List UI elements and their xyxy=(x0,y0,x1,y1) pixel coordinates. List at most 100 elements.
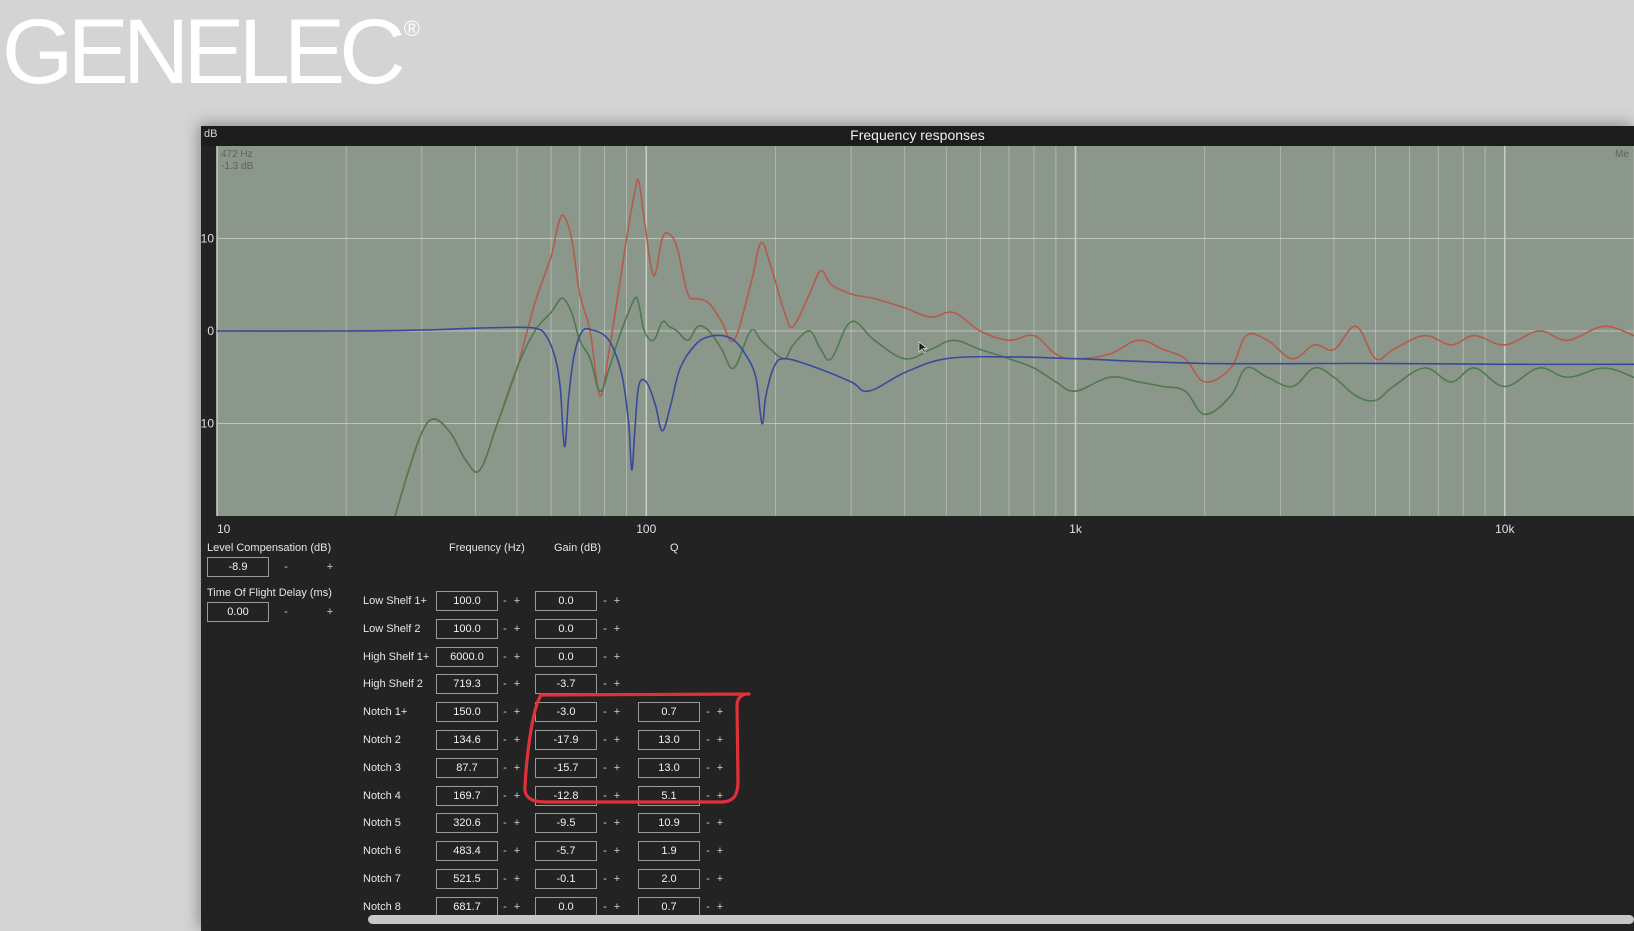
frequency-increment-button[interactable]: + xyxy=(512,730,522,750)
gain-decrement-button[interactable]: - xyxy=(600,647,610,667)
frequency-decrement-button[interactable]: - xyxy=(500,591,510,611)
q-input[interactable]: 2.0 xyxy=(638,869,700,889)
gain-decrement-button[interactable]: - xyxy=(600,813,610,833)
frequency-decrement-button[interactable]: - xyxy=(500,619,510,639)
frequency-increment-button[interactable]: + xyxy=(512,674,522,694)
gain-input[interactable]: -17.9 xyxy=(535,730,597,750)
q-increment-button[interactable]: + xyxy=(715,730,725,750)
frequency-increment-button[interactable]: + xyxy=(512,897,522,917)
frequency-increment-button[interactable]: + xyxy=(512,619,522,639)
gain-decrement-button[interactable]: - xyxy=(600,730,610,750)
frequency-increment-button[interactable]: + xyxy=(512,758,522,778)
frequency-decrement-button[interactable]: - xyxy=(500,841,510,861)
frequency-input[interactable]: 134.6 xyxy=(436,730,498,750)
frequency-decrement-button[interactable]: - xyxy=(500,702,510,722)
frequency-increment-button[interactable]: + xyxy=(512,869,522,889)
frequency-input[interactable]: 100.0 xyxy=(436,591,498,611)
q-input[interactable]: 13.0 xyxy=(638,758,700,778)
frequency-decrement-button[interactable]: - xyxy=(500,869,510,889)
frequency-increment-button[interactable]: + xyxy=(512,786,522,806)
gain-increment-button[interactable]: + xyxy=(612,591,622,611)
gain-decrement-button[interactable]: - xyxy=(600,841,610,861)
q-increment-button[interactable]: + xyxy=(715,869,725,889)
q-input[interactable]: 0.7 xyxy=(638,702,700,722)
q-input[interactable]: 1.9 xyxy=(638,841,700,861)
gain-input[interactable]: 0.0 xyxy=(535,647,597,667)
gain-increment-button[interactable]: + xyxy=(612,869,622,889)
q-increment-button[interactable]: + xyxy=(715,758,725,778)
level-compensation-input[interactable]: -8.9 xyxy=(207,557,269,577)
horizontal-scrollbar[interactable] xyxy=(368,915,1634,924)
frequency-input[interactable]: 719.3 xyxy=(436,674,498,694)
gain-increment-button[interactable]: + xyxy=(612,702,622,722)
gain-input[interactable]: -3.7 xyxy=(535,674,597,694)
q-decrement-button[interactable]: - xyxy=(703,786,713,806)
time-of-flight-input[interactable]: 0.00 xyxy=(207,602,269,622)
q-input[interactable]: 0.7 xyxy=(638,897,700,917)
gain-increment-button[interactable]: + xyxy=(612,758,622,778)
frequency-decrement-button[interactable]: - xyxy=(500,758,510,778)
frequency-decrement-button[interactable]: - xyxy=(500,813,510,833)
frequency-response-plot[interactable]: 100-10 101001k10k 472 Hz -1.3 dB Me xyxy=(201,146,1634,541)
frequency-decrement-button[interactable]: - xyxy=(500,674,510,694)
level-compensation-increment-button[interactable]: + xyxy=(325,557,335,577)
gain-increment-button[interactable]: + xyxy=(612,730,622,750)
frequency-decrement-button[interactable]: - xyxy=(500,897,510,917)
frequency-input[interactable]: 320.6 xyxy=(436,813,498,833)
q-decrement-button[interactable]: - xyxy=(703,897,713,917)
time-of-flight-decrement-button[interactable]: - xyxy=(281,602,291,622)
gain-increment-button[interactable]: + xyxy=(612,786,622,806)
q-input[interactable]: 10.9 xyxy=(638,813,700,833)
q-increment-button[interactable]: + xyxy=(715,702,725,722)
gain-input[interactable]: -15.7 xyxy=(535,758,597,778)
time-of-flight-increment-button[interactable]: + xyxy=(325,602,335,622)
q-input[interactable]: 13.0 xyxy=(638,730,700,750)
gain-increment-button[interactable]: + xyxy=(612,841,622,861)
frequency-input[interactable]: 87.7 xyxy=(436,758,498,778)
frequency-input[interactable]: 521.5 xyxy=(436,869,498,889)
gain-input[interactable]: 0.0 xyxy=(535,619,597,639)
gain-decrement-button[interactable]: - xyxy=(600,897,610,917)
frequency-increment-button[interactable]: + xyxy=(512,702,522,722)
frequency-input[interactable]: 6000.0 xyxy=(436,647,498,667)
q-decrement-button[interactable]: - xyxy=(703,841,713,861)
gain-input[interactable]: -9.5 xyxy=(535,813,597,833)
q-decrement-button[interactable]: - xyxy=(703,813,713,833)
frequency-decrement-button[interactable]: - xyxy=(500,647,510,667)
gain-decrement-button[interactable]: - xyxy=(600,786,610,806)
gain-input[interactable]: -12.8 xyxy=(535,786,597,806)
q-input[interactable]: 5.1 xyxy=(638,786,700,806)
gain-decrement-button[interactable]: - xyxy=(600,591,610,611)
frequency-increment-button[interactable]: + xyxy=(512,841,522,861)
q-decrement-button[interactable]: - xyxy=(703,869,713,889)
frequency-input[interactable]: 169.7 xyxy=(436,786,498,806)
frequency-decrement-button[interactable]: - xyxy=(500,786,510,806)
frequency-input[interactable]: 150.0 xyxy=(436,702,498,722)
q-increment-button[interactable]: + xyxy=(715,841,725,861)
frequency-decrement-button[interactable]: - xyxy=(500,730,510,750)
level-compensation-decrement-button[interactable]: - xyxy=(281,557,291,577)
frequency-input[interactable]: 100.0 xyxy=(436,619,498,639)
gain-increment-button[interactable]: + xyxy=(612,647,622,667)
q-decrement-button[interactable]: - xyxy=(703,730,713,750)
gain-input[interactable]: 0.0 xyxy=(535,591,597,611)
q-decrement-button[interactable]: - xyxy=(703,758,713,778)
gain-input[interactable]: -3.0 xyxy=(535,702,597,722)
gain-input[interactable]: -5.7 xyxy=(535,841,597,861)
q-decrement-button[interactable]: - xyxy=(703,702,713,722)
gain-decrement-button[interactable]: - xyxy=(600,758,610,778)
gain-increment-button[interactable]: + xyxy=(612,897,622,917)
gain-input[interactable]: 0.0 xyxy=(535,897,597,917)
frequency-increment-button[interactable]: + xyxy=(512,647,522,667)
frequency-increment-button[interactable]: + xyxy=(512,813,522,833)
frequency-input[interactable]: 681.7 xyxy=(436,897,498,917)
q-increment-button[interactable]: + xyxy=(715,813,725,833)
gain-increment-button[interactable]: + xyxy=(612,619,622,639)
gain-input[interactable]: -0.1 xyxy=(535,869,597,889)
q-increment-button[interactable]: + xyxy=(715,897,725,917)
frequency-input[interactable]: 483.4 xyxy=(436,841,498,861)
gain-decrement-button[interactable]: - xyxy=(600,619,610,639)
gain-increment-button[interactable]: + xyxy=(612,674,622,694)
q-increment-button[interactable]: + xyxy=(715,786,725,806)
gain-decrement-button[interactable]: - xyxy=(600,702,610,722)
